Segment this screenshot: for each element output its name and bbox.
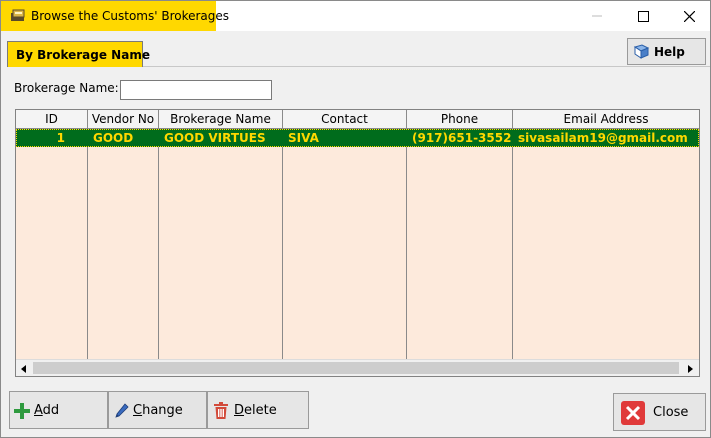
column-header-brokerage-name[interactable]: Brokerage Name — [159, 110, 283, 128]
title-bar: Browse the Customs' Brokerages — [1, 1, 710, 31]
column-divider — [512, 147, 513, 359]
table-row[interactable]: 1 GOOD GOOD VIRTUES SIVA (917)651-3552 s… — [16, 129, 699, 147]
plus-icon — [14, 403, 30, 419]
scroll-left-icon — [21, 364, 26, 373]
column-divider — [406, 147, 407, 359]
tab-divider — [143, 66, 710, 67]
column-divider — [87, 147, 88, 359]
scroll-right-button[interactable] — [682, 360, 698, 376]
add-button[interactable]: Add — [9, 391, 108, 429]
maximize-button[interactable] — [620, 1, 666, 31]
add-mnemonic: A — [34, 402, 43, 418]
table-header: ID Vendor No Brokerage Name Contact Phon… — [16, 110, 699, 129]
brokerage-name-input[interactable] — [120, 80, 272, 100]
scrollbar-thumb[interactable] — [33, 362, 679, 374]
close-x-icon — [621, 401, 645, 425]
maximize-icon — [637, 10, 649, 22]
tab-label: By Brokerage Name — [16, 48, 150, 62]
window-title: Browse the Customs' Brokerages — [31, 9, 230, 23]
column-header-email[interactable]: Email Address — [513, 110, 699, 128]
brokerage-name-label: Brokerage Name: — [14, 81, 119, 95]
help-button[interactable]: Help — [627, 38, 706, 65]
window: Browse the Customs' Brokerages By Broker… — [0, 0, 711, 438]
column-divider — [282, 147, 283, 359]
column-header-phone[interactable]: Phone — [407, 110, 513, 128]
trash-icon — [214, 402, 228, 419]
close-label: Close — [653, 404, 689, 420]
help-book-icon — [633, 44, 650, 59]
column-header-vendor-no[interactable]: Vendor No — [88, 110, 159, 128]
delete-button[interactable]: Delete — [207, 391, 309, 429]
cell-id: 1 — [56, 131, 65, 145]
tab-by-brokerage-name[interactable]: By Brokerage Name — [7, 41, 150, 67]
help-label: Help — [654, 44, 685, 59]
cell-brokerage-name: GOOD VIRTUES — [164, 131, 266, 145]
delete-mnemonic: D — [234, 402, 245, 418]
delete-label: elete — [244, 402, 277, 418]
add-label: dd — [42, 402, 60, 418]
scroll-right-icon — [688, 364, 693, 373]
close-button[interactable]: Close — [613, 393, 706, 431]
minimize-button[interactable] — [574, 1, 620, 31]
close-window-button[interactable] — [666, 1, 711, 31]
app-icon — [11, 9, 25, 21]
column-divider — [158, 147, 159, 359]
change-button[interactable]: Change — [108, 391, 207, 429]
pencil-icon — [115, 403, 129, 418]
minimize-icon — [592, 15, 602, 17]
change-mnemonic: C — [133, 402, 143, 418]
cell-contact: SIVA — [288, 131, 319, 145]
column-header-id[interactable]: ID — [16, 110, 88, 128]
scroll-left-button[interactable] — [16, 360, 32, 376]
horizontal-scrollbar[interactable] — [16, 359, 699, 376]
brokerage-table[interactable]: ID Vendor No Brokerage Name Contact Phon… — [15, 109, 700, 377]
cell-phone: (917)651-3552 — [412, 131, 512, 145]
cell-vendor-no: GOOD — [93, 131, 134, 145]
column-header-contact[interactable]: Contact — [283, 110, 407, 128]
change-label: hange — [142, 402, 183, 418]
close-icon — [683, 10, 695, 22]
cell-email: sivasailam19@gmail.com — [518, 131, 688, 145]
